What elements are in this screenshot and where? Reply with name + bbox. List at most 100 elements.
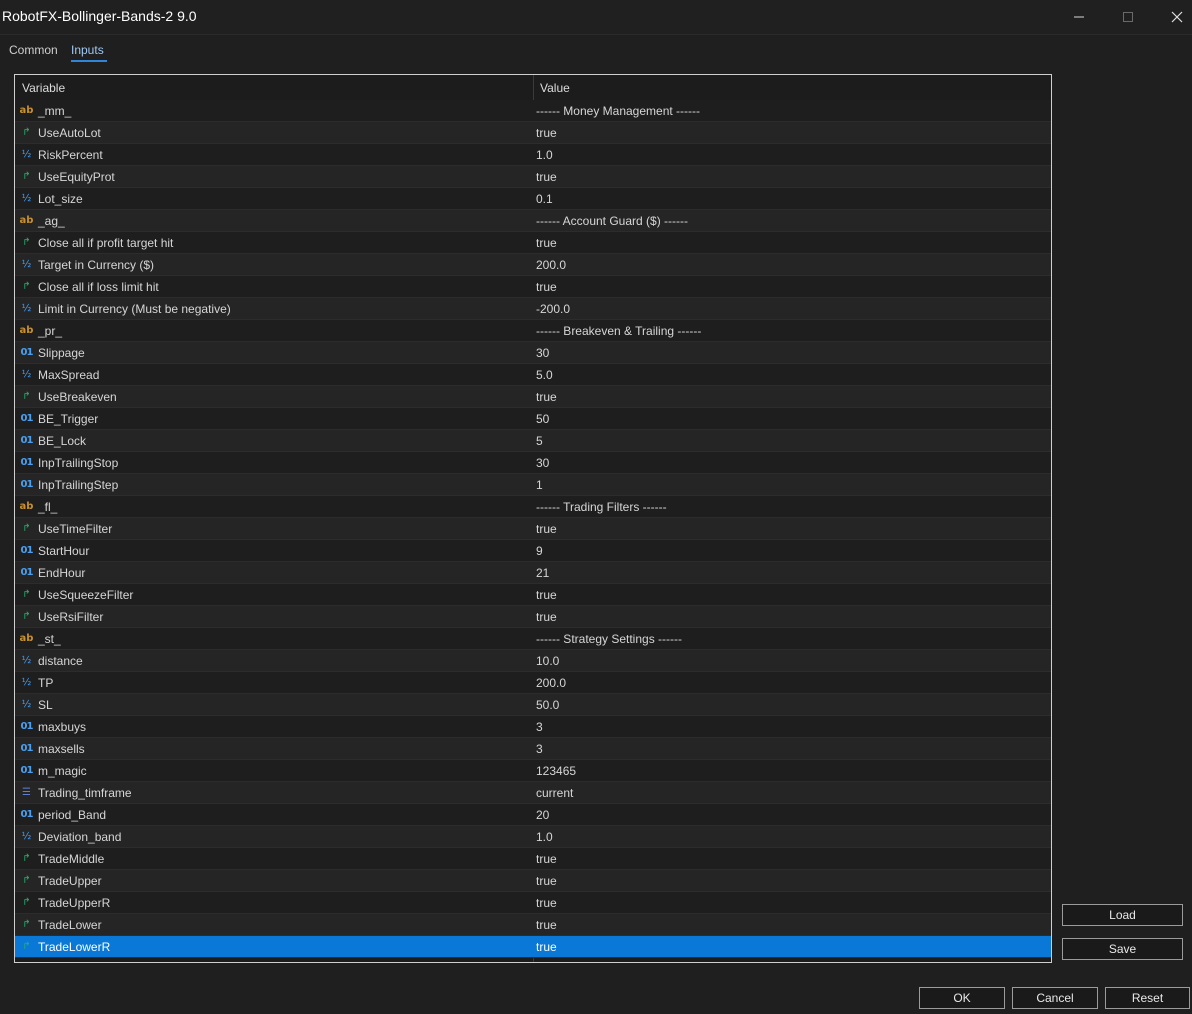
value-cell[interactable]: -200.0 bbox=[536, 302, 570, 316]
table-row[interactable]: ab _fl_ ------ Trading Filters ------ bbox=[15, 496, 1051, 518]
table-row[interactable]: ↱ TradeMiddle true bbox=[15, 848, 1051, 870]
column-header-variable[interactable]: Variable bbox=[22, 81, 65, 95]
value-cell[interactable]: true bbox=[536, 236, 557, 250]
value-cell[interactable]: 21 bbox=[536, 566, 549, 580]
value-cell[interactable]: 50 bbox=[536, 412, 549, 426]
variable-name-cell: Slippage bbox=[38, 346, 85, 360]
table-row[interactable]: ½ SL 50.0 bbox=[15, 694, 1051, 716]
value-cell[interactable]: 200.0 bbox=[536, 258, 566, 272]
value-cell[interactable]: ------ Strategy Settings ------ bbox=[536, 632, 682, 646]
table-row[interactable]: 01 period_Band 20 bbox=[15, 804, 1051, 826]
value-cell[interactable]: 30 bbox=[536, 346, 549, 360]
tab-common[interactable]: Common bbox=[9, 43, 58, 57]
value-cell[interactable]: 30 bbox=[536, 456, 549, 470]
tab-inputs[interactable]: Inputs bbox=[71, 43, 104, 57]
table-row[interactable]: ↱ UseTimeFilter true bbox=[15, 518, 1051, 540]
value-cell[interactable]: true bbox=[536, 390, 557, 404]
value-cell[interactable]: 20 bbox=[536, 808, 549, 822]
table-row[interactable]: 01 BE_Trigger 50 bbox=[15, 408, 1051, 430]
value-cell[interactable]: true bbox=[536, 918, 557, 932]
string-type-icon: ab bbox=[19, 633, 34, 644]
table-row[interactable]: ½ distance 10.0 bbox=[15, 650, 1051, 672]
value-cell[interactable]: current bbox=[536, 786, 573, 800]
table-row[interactable]: ↱ TradeLower true bbox=[15, 914, 1051, 936]
value-cell[interactable]: 200.0 bbox=[536, 676, 566, 690]
table-row[interactable]: ↱ UseEquityProt true bbox=[15, 166, 1051, 188]
value-cell[interactable]: ------ Breakeven & Trailing ------ bbox=[536, 324, 701, 338]
value-cell[interactable]: 1 bbox=[536, 478, 543, 492]
table-row[interactable]: 01 maxsells 3 bbox=[15, 738, 1051, 760]
table-row[interactable]: ab _ag_ ------ Account Guard ($) ------ bbox=[15, 210, 1051, 232]
value-cell[interactable]: true bbox=[536, 852, 557, 866]
value-cell[interactable]: true bbox=[536, 170, 557, 184]
double-type-icon: ½ bbox=[21, 699, 32, 710]
table-row[interactable]: 01 EndHour 21 bbox=[15, 562, 1051, 584]
table-row[interactable]: ↱ UseRsiFilter true bbox=[15, 606, 1051, 628]
integer-type-icon: 01 bbox=[20, 457, 34, 468]
inputs-table[interactable]: Variable Value ab _mm_ ------ Money Manage… bbox=[14, 74, 1052, 963]
value-cell[interactable]: 0.1 bbox=[536, 192, 553, 206]
table-row[interactable]: ½ Deviation_band 1.0 bbox=[15, 826, 1051, 848]
column-header-value[interactable]: Value bbox=[540, 81, 570, 95]
value-cell[interactable]: 5.0 bbox=[536, 368, 553, 382]
close-icon[interactable] bbox=[1150, 0, 1192, 34]
table-row[interactable]: ab _pr_ ------ Breakeven & Trailing ------ bbox=[15, 320, 1051, 342]
value-cell[interactable]: true bbox=[536, 588, 557, 602]
table-row[interactable]: ↱ Close all if loss limit hit true bbox=[15, 276, 1051, 298]
value-cell[interactable]: 9 bbox=[536, 544, 543, 558]
table-row[interactable]: 01 InpTrailingStop 30 bbox=[15, 452, 1051, 474]
load-button[interactable]: Load bbox=[1062, 904, 1183, 926]
table-row[interactable]: ½ Limit in Currency (Must be negative) -20… bbox=[15, 298, 1051, 320]
value-cell[interactable]: ------ Money Management ------ bbox=[536, 104, 700, 118]
maximize-icon[interactable] bbox=[1101, 0, 1155, 34]
cancel-button[interactable]: Cancel bbox=[1012, 987, 1098, 1009]
table-row[interactable]: 01 Slippage 30 bbox=[15, 342, 1051, 364]
table-row[interactable]: ½ Lot_size 0.1 bbox=[15, 188, 1051, 210]
value-cell[interactable]: 50.0 bbox=[536, 698, 559, 712]
table-row[interactable]: ↱ UseSqueezeFilter true bbox=[15, 584, 1051, 606]
table-row[interactable]: 01 BE_Lock 5 bbox=[15, 430, 1051, 452]
value-cell[interactable]: true bbox=[536, 126, 557, 140]
table-row[interactable]: ab _st_ ------ Strategy Settings ------ bbox=[15, 628, 1051, 650]
ok-button[interactable]: OK bbox=[919, 987, 1005, 1009]
value-cell[interactable]: ------ Trading Filters ------ bbox=[536, 500, 667, 514]
value-cell[interactable]: ------ Account Guard ($) ------ bbox=[536, 214, 688, 228]
double-type-icon: ½ bbox=[21, 369, 32, 380]
table-row[interactable]: ☰ Trading_timframe current bbox=[15, 782, 1051, 804]
table-row[interactable]: 01 StartHour 9 bbox=[15, 540, 1051, 562]
table-row[interactable]: ab _mm_ ------ Money Management ------ bbox=[15, 100, 1051, 122]
value-cell[interactable]: true bbox=[536, 874, 557, 888]
value-cell[interactable]: 1.0 bbox=[536, 830, 553, 844]
value-cell[interactable]: 5 bbox=[536, 434, 543, 448]
double-type-icon: ½ bbox=[21, 149, 32, 160]
reset-button[interactable]: Reset bbox=[1105, 987, 1190, 1009]
value-cell[interactable]: 123465 bbox=[536, 764, 576, 778]
table-row[interactable]: ↱ UseAutoLot true bbox=[15, 122, 1051, 144]
value-cell[interactable]: 3 bbox=[536, 720, 543, 734]
table-row[interactable]: ↱ Close all if profit target hit true bbox=[15, 232, 1051, 254]
value-cell[interactable]: 10.0 bbox=[536, 654, 559, 668]
value-cell[interactable]: true bbox=[536, 280, 557, 294]
table-row[interactable]: ½ RiskPercent 1.0 bbox=[15, 144, 1051, 166]
minimize-icon[interactable] bbox=[1052, 0, 1106, 34]
value-cell[interactable]: true bbox=[536, 522, 557, 536]
table-row[interactable]: 01 maxbuys 3 bbox=[15, 716, 1051, 738]
value-cell[interactable]: true bbox=[536, 940, 557, 954]
table-row[interactable]: ↱ UseBreakeven true bbox=[15, 386, 1051, 408]
table-row[interactable]: ↱ TradeLowerR true bbox=[15, 936, 1051, 958]
table-row[interactable]: 01 m_magic 123465 bbox=[15, 760, 1051, 782]
value-cell[interactable]: true bbox=[536, 896, 557, 910]
table-row[interactable]: ↱ TradeUpper true bbox=[15, 870, 1051, 892]
string-type-icon: ab bbox=[19, 215, 34, 226]
value-cell[interactable]: 3 bbox=[536, 742, 543, 756]
table-row[interactable]: ½ MaxSpread 5.0 bbox=[15, 364, 1051, 386]
save-button[interactable]: Save bbox=[1062, 938, 1183, 960]
table-row[interactable]: ½ TP 200.0 bbox=[15, 672, 1051, 694]
table-row[interactable]: 01 InpTrailingStep 1 bbox=[15, 474, 1051, 496]
value-cell[interactable]: true bbox=[536, 610, 557, 624]
double-type-icon: ½ bbox=[21, 655, 32, 666]
table-row[interactable]: ½ Target in Currency ($) 200.0 bbox=[15, 254, 1051, 276]
variable-name-cell: _pr_ bbox=[38, 324, 63, 338]
table-row[interactable]: ↱ TradeUpperR true bbox=[15, 892, 1051, 914]
value-cell[interactable]: 1.0 bbox=[536, 148, 553, 162]
